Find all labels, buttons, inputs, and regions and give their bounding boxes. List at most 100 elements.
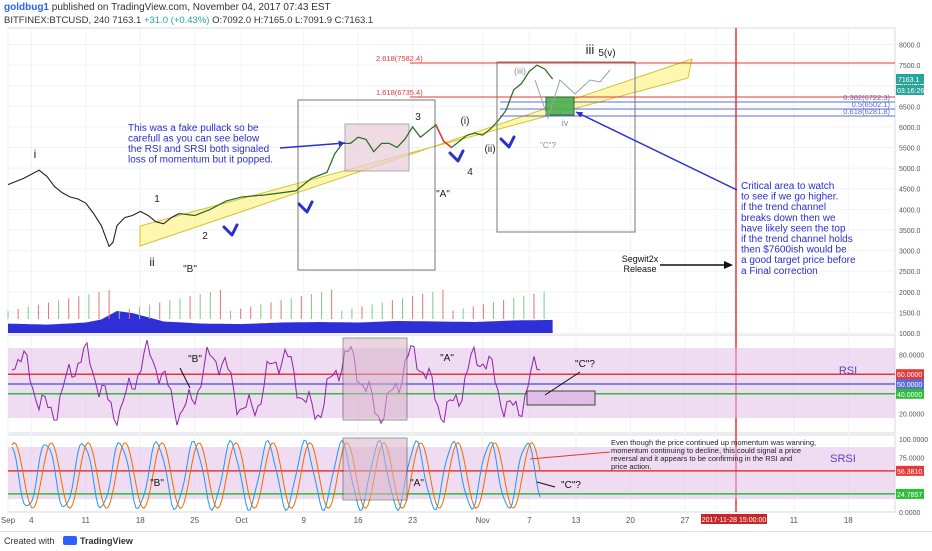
rsi-wave-label: "B" [188, 354, 202, 365]
support-marker [499, 135, 516, 149]
x-tick-label: 4 [29, 516, 34, 525]
y-tick-label: 4500.0 [899, 187, 921, 194]
critical-arrow [575, 111, 738, 191]
note-right-line: Critical area to watch [741, 181, 834, 192]
wave-label: 2 [202, 231, 208, 242]
price-line [7, 64, 554, 248]
fib-label: 2.618(7582.4) [376, 54, 423, 63]
note-right-line: breaks down then we [741, 213, 836, 224]
wave-label: iv [562, 118, 569, 128]
wave-label: "C"? [540, 141, 556, 150]
x-tick-label: 18 [136, 516, 145, 525]
srsi-level-tag: 24.7857 [897, 492, 922, 499]
srsi-note-line: price action. [611, 462, 651, 471]
last-price-tag: 7163.1 [898, 77, 920, 84]
fib-label: 1.618(6735.4) [376, 88, 423, 97]
note-right-line: then $7600ish would be [741, 245, 847, 256]
x-tick-label: 23 [408, 516, 417, 525]
footer: Created with TradingView [0, 531, 932, 551]
wave-label: (i) [461, 116, 470, 127]
rsi-wave-label: "A" [440, 353, 454, 364]
support-marker [448, 149, 465, 163]
note-left-line: loss of momentum but it popped. [128, 155, 273, 166]
rsi-wave-label: "C"? [575, 359, 595, 370]
created-with-label: Created with [4, 536, 55, 546]
rsi-y-tick: 20.0000 [899, 411, 924, 418]
wave-label: 5(v) [598, 48, 615, 59]
x-tick-label: 13 [572, 516, 581, 525]
wave-label: i [34, 147, 37, 161]
note-left-line: the RSI and SRSI both signaled [128, 144, 269, 155]
srsi-y-tick: 75.0000 [899, 455, 924, 462]
wave-label: "A" [436, 189, 450, 200]
y-tick-label: 1000.0 [899, 331, 921, 338]
y-tick-label: 3500.0 [899, 228, 921, 235]
volume-area [8, 311, 553, 333]
srsi-wave-label: "C"? [561, 480, 581, 491]
x-tick-label: 9 [301, 516, 306, 525]
y-tick-label: 2500.0 [899, 269, 921, 276]
wave-label: iii [586, 42, 595, 57]
y-tick-label: 5000.0 [899, 166, 921, 173]
note-arrow-head [338, 140, 345, 147]
note-right-line: to see if we go higher. [741, 192, 838, 203]
x-tick-label: 20 [626, 516, 635, 525]
rsi-level-tag: 60.0000 [897, 372, 922, 379]
date-tag: 2017-11-28 15:00:00 [702, 517, 767, 524]
y-tick-label: 6000.0 [899, 125, 921, 132]
rsi-level-tag: 50.0000 [897, 382, 922, 389]
x-tick-label: 25 [190, 516, 199, 525]
srsi-level-tag: 56.3810 [897, 469, 922, 476]
wave-label: (ii) [484, 144, 495, 155]
support-marker [297, 200, 314, 214]
x-tick-label: Sep [1, 516, 16, 525]
srsi-panel: SRSI"B" "A" "C"?Even though the price cont… [8, 437, 895, 512]
y-tick-label: 3000.0 [899, 249, 921, 256]
rsi-target-box [526, 390, 596, 406]
x-tick-label: 27 [680, 516, 689, 525]
srsi-highlight-box [342, 437, 408, 501]
y-tick-label: 5500.0 [899, 146, 921, 153]
fib-label: 0.618(6281.8) [843, 107, 890, 116]
wave-label: 3 [415, 112, 421, 123]
tradingview-logo-icon [63, 536, 78, 545]
event-arrowhead [724, 261, 733, 269]
note-right-line: if the trend channel holds [741, 234, 853, 245]
y-tick-label: 6500.0 [899, 104, 921, 111]
y-tick-label: 2000.0 [899, 290, 921, 297]
srsi-y-tick: 100.0000 [899, 437, 928, 444]
x-tick-label: 11 [82, 516, 91, 525]
srsi-y-tick: 0.0000 [899, 510, 921, 517]
wave-label: ii [149, 255, 154, 269]
x-tick-label: 7 [527, 516, 532, 525]
wave-label: 4 [467, 167, 473, 178]
x-tick-label: 18 [844, 516, 853, 525]
rsi-series-label: RSI [839, 365, 857, 377]
x-tick-label: Nov [476, 516, 490, 525]
x-tick-label: Oct [235, 516, 248, 525]
note-right-line: a Final correction [741, 266, 818, 277]
note-right-line: have likely seen the top [741, 223, 846, 234]
y-tick-label: 8000.0 [899, 42, 921, 49]
note-right-line: if the trend channel [741, 202, 826, 213]
chart-canvas[interactable]: 2.618(7582.4)1.618(6735.4)0.382(6722.3)0… [0, 0, 932, 550]
wave-label: 1 [154, 194, 160, 205]
rsi-y-tick: 80.0000 [899, 353, 924, 360]
rsi-level-tag: 40.0000 [897, 392, 922, 399]
srsi-wave-label: "B" [150, 478, 164, 489]
rsi-highlight-box [342, 337, 408, 421]
event-label: Release [623, 264, 656, 274]
srsi-wave-label: "A" [410, 478, 424, 489]
x-tick-label: 11 [790, 516, 799, 525]
countdown-tag: 03:16:26 [897, 88, 924, 95]
note-left-line: This was a fake pullack so be [128, 123, 259, 134]
y-tick-label: 7500.0 [899, 63, 921, 70]
note-left-line: carefull as you can see below [128, 134, 260, 145]
x-tick-label: 16 [354, 516, 363, 525]
brand-link[interactable]: TradingView [80, 536, 133, 546]
rsi-panel: RSI "B" "A" "C"? [8, 337, 895, 427]
wave-label: "B" [183, 264, 197, 275]
wave-label: (iii) [514, 66, 526, 76]
y-tick-label: 1500.0 [899, 310, 921, 317]
event-label: Segwit2x [622, 254, 659, 264]
